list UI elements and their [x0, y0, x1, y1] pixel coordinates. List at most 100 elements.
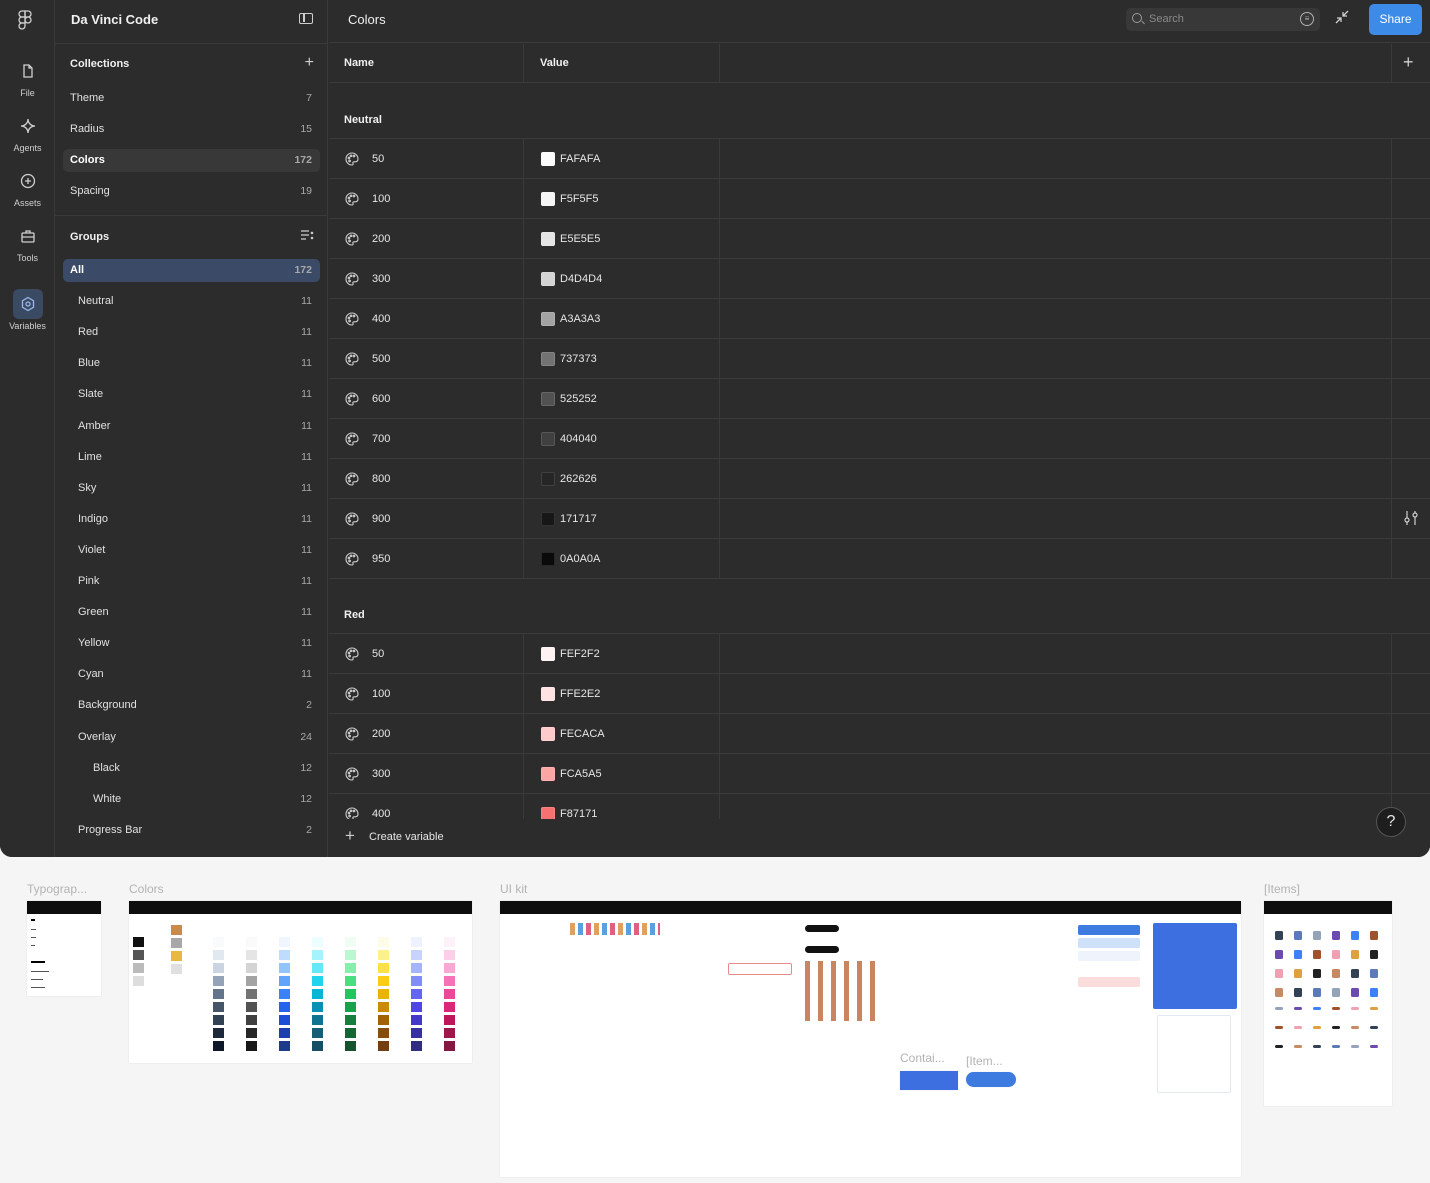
frame-colors[interactable]	[129, 901, 472, 1063]
variable-value[interactable]: 737373	[560, 353, 597, 365]
color-swatch[interactable]	[541, 312, 555, 326]
help-button[interactable]: ?	[1376, 807, 1406, 837]
rail-assets[interactable]: Assets	[0, 166, 55, 208]
group-item[interactable]: Overlay 24	[63, 726, 320, 749]
variable-name[interactable]: 700	[372, 433, 390, 445]
color-swatch[interactable]	[541, 432, 555, 446]
variable-name[interactable]: 600	[372, 393, 390, 405]
group-item[interactable]: Sky 11	[63, 477, 320, 500]
variable-value[interactable]: F87171	[560, 808, 597, 819]
variable-row[interactable]: 500 737373	[329, 339, 1430, 379]
group-item[interactable]: Progress Bar 2	[63, 819, 320, 842]
group-item[interactable]: Red 11	[63, 321, 320, 344]
variable-name[interactable]: 400	[372, 313, 390, 325]
collection-item[interactable]: Radius 15	[63, 118, 320, 141]
color-swatch[interactable]	[541, 727, 555, 741]
frame-item[interactable]	[966, 1072, 1016, 1087]
variable-value[interactable]: FFE2E2	[560, 688, 600, 700]
variable-value[interactable]: 525252	[560, 393, 597, 405]
variable-row[interactable]: 900 171717	[329, 499, 1430, 539]
share-button[interactable]: Share	[1369, 4, 1422, 35]
variable-name[interactable]: 500	[372, 353, 390, 365]
group-item[interactable]: Yellow 11	[63, 632, 320, 655]
variable-row[interactable]: 800 262626	[329, 459, 1430, 499]
variable-row[interactable]: 200 E5E5E5	[329, 219, 1430, 259]
group-item[interactable]: Violet 11	[63, 539, 320, 562]
group-item[interactable]: Green 11	[63, 601, 320, 624]
group-item[interactable]: Background 2	[63, 694, 320, 717]
frame-ui-kit[interactable]	[500, 901, 1241, 1177]
frame-typography[interactable]	[27, 901, 101, 996]
variable-name[interactable]: 200	[372, 728, 390, 740]
create-variable-button[interactable]: + Create variable	[329, 819, 1430, 857]
variable-row[interactable]: 50 FEF2F2	[329, 634, 1430, 674]
variable-value[interactable]: 262626	[560, 473, 597, 485]
variable-row[interactable]: 100 F5F5F5	[329, 179, 1430, 219]
filter-icon[interactable]: ≡	[1300, 12, 1314, 26]
color-swatch[interactable]	[541, 352, 555, 366]
color-swatch[interactable]	[541, 767, 555, 781]
group-item[interactable]: Indigo 11	[63, 508, 320, 531]
color-swatch[interactable]	[541, 152, 555, 166]
variable-row[interactable]: 50 FAFAFA	[329, 139, 1430, 179]
color-swatch[interactable]	[541, 647, 555, 661]
variable-name[interactable]: 800	[372, 473, 390, 485]
variable-name[interactable]: 900	[372, 513, 390, 525]
variable-row[interactable]: 950 0A0A0A	[329, 539, 1430, 579]
group-item[interactable]: Amber 11	[63, 415, 320, 438]
variable-row[interactable]: 200 FECACA	[329, 714, 1430, 754]
variable-name[interactable]: 100	[372, 688, 390, 700]
variable-value[interactable]: FECACA	[560, 728, 605, 740]
variable-value[interactable]: FCA5A5	[560, 768, 602, 780]
frame-label-container[interactable]: Contai...	[900, 1051, 945, 1065]
collection-item[interactable]: Spacing 19	[63, 180, 320, 203]
color-swatch[interactable]	[541, 272, 555, 286]
variable-value[interactable]: D4D4D4	[560, 273, 602, 285]
color-swatch[interactable]	[541, 392, 555, 406]
group-item[interactable]: White 12	[63, 788, 320, 811]
add-collection-icon[interactable]: +	[305, 54, 314, 72]
variable-row[interactable]: 400 F87171	[329, 794, 1430, 819]
group-item[interactable]: Pink 11	[63, 570, 320, 593]
variable-value[interactable]: 404040	[560, 433, 597, 445]
rail-tools[interactable]: Tools	[0, 221, 55, 263]
color-swatch[interactable]	[541, 192, 555, 206]
edit-variable-icon[interactable]	[1403, 510, 1419, 529]
collapse-icon[interactable]	[1335, 10, 1353, 28]
variable-row[interactable]: 100 FFE2E2	[329, 674, 1430, 714]
variable-row[interactable]: 700 404040	[329, 419, 1430, 459]
add-column-icon[interactable]: +	[1403, 52, 1414, 73]
variable-value[interactable]: FAFAFA	[560, 153, 600, 165]
variable-value[interactable]: 0A0A0A	[560, 553, 600, 565]
variable-row[interactable]: 300 FCA5A5	[329, 754, 1430, 794]
variable-name[interactable]: 100	[372, 193, 390, 205]
variable-row[interactable]: 600 525252	[329, 379, 1430, 419]
frame-label-colors[interactable]: Colors	[129, 882, 164, 896]
variable-value[interactable]: A3A3A3	[560, 313, 600, 325]
color-swatch[interactable]	[541, 512, 555, 526]
group-item[interactable]: All 172	[63, 259, 320, 282]
variable-name[interactable]: 300	[372, 768, 390, 780]
variable-value[interactable]: FEF2F2	[560, 648, 600, 660]
variable-name[interactable]: 200	[372, 233, 390, 245]
frame-container[interactable]	[900, 1071, 958, 1090]
variable-row[interactable]: 300 D4D4D4	[329, 259, 1430, 299]
group-item[interactable]: Cyan 11	[63, 663, 320, 686]
color-swatch[interactable]	[541, 552, 555, 566]
variable-name[interactable]: 300	[372, 273, 390, 285]
variable-value[interactable]: F5F5F5	[560, 193, 599, 205]
group-item[interactable]: Blue 11	[63, 352, 320, 375]
color-swatch[interactable]	[541, 472, 555, 486]
frame-label-typography[interactable]: Typograp...	[27, 882, 87, 896]
variable-name[interactable]: 950	[372, 553, 390, 565]
collection-item[interactable]: Colors 172	[63, 149, 320, 172]
variable-row[interactable]: 400 A3A3A3	[329, 299, 1430, 339]
collection-item[interactable]: Theme 7	[63, 87, 320, 110]
rail-file[interactable]: File	[0, 56, 55, 98]
rail-variables[interactable]: Variables	[0, 289, 55, 331]
frame-label-ui-kit[interactable]: UI kit	[500, 882, 527, 896]
group-item[interactable]: Lime 11	[63, 446, 320, 469]
color-swatch[interactable]	[541, 232, 555, 246]
variable-name[interactable]: 50	[372, 153, 384, 165]
color-swatch[interactable]	[541, 687, 555, 701]
